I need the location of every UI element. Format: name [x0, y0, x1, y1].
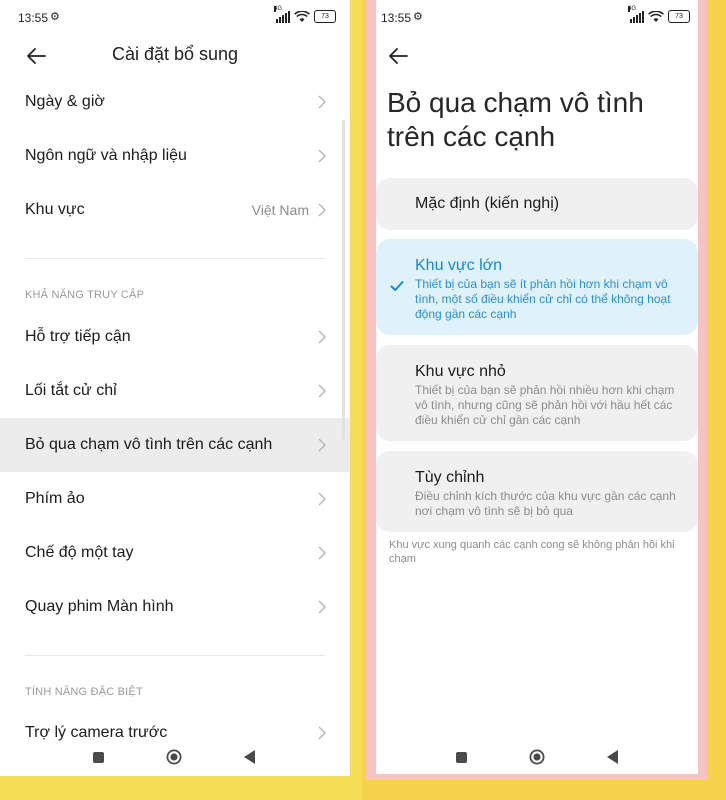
- chevron-right-icon: [318, 438, 326, 452]
- settings-item-language[interactable]: Ngôn ngữ và nhập liệu: [0, 129, 350, 183]
- settings-item-accessibility[interactable]: Hỗ trợ tiếp cận: [0, 310, 350, 364]
- triangle-back-icon[interactable]: [244, 750, 255, 764]
- status-bar: 13:55 ⚙ 4G 73: [0, 0, 350, 34]
- option-custom[interactable]: Tùy chỉnh Điều chỉnh kích thước của khu …: [376, 451, 698, 532]
- settings-item-screen-recorder[interactable]: Quay phim Màn hình: [0, 580, 350, 634]
- settings-item-label: Lối tắt cử chỉ: [25, 382, 117, 399]
- arrow-left-icon: [389, 48, 408, 64]
- status-bar: 13:55 ⚙ 4G 73: [376, 0, 698, 34]
- settings-item-label: Chế độ một tay: [25, 544, 134, 561]
- chevron-right-icon: [318, 384, 326, 398]
- settings-item-label: Bỏ qua chạm vô tình trên các cạnh: [25, 436, 273, 453]
- settings-item-label: Ngày & giờ: [25, 93, 105, 110]
- settings-item-label: Khu vực: [25, 201, 85, 218]
- navigation-bar: [0, 744, 350, 774]
- option-description: Thiết bị của bạn sẽ ít phản hồi hơn khi …: [415, 277, 671, 321]
- chevron-right-icon: [318, 149, 326, 163]
- settings-item-gesture-shortcuts[interactable]: Lối tắt cử chỉ: [0, 364, 350, 418]
- network-type: 4G: [628, 5, 637, 12]
- chevron-right-icon: [318, 95, 326, 109]
- section-divider: [25, 258, 325, 259]
- home-circle-icon[interactable]: [529, 749, 545, 765]
- chevron-right-icon: [318, 492, 326, 506]
- option-description: Điều chỉnh kích thước của khu vực gần cá…: [415, 489, 676, 518]
- settings-item-label: Quay phim Màn hình: [25, 598, 174, 615]
- chevron-right-icon: [318, 330, 326, 344]
- chevron-right-icon: [318, 546, 326, 560]
- settings-item-region[interactable]: Khu vực Việt Nam: [0, 183, 350, 237]
- option-title: Mặc định (kiến nghị): [415, 195, 560, 212]
- home-circle-icon[interactable]: [166, 749, 182, 765]
- navigation-bar: [376, 744, 698, 774]
- option-title: Tùy chỉnh: [415, 469, 485, 486]
- back-button[interactable]: [386, 44, 410, 68]
- battery-icon: 73: [314, 10, 336, 23]
- option-default[interactable]: Mặc định (kiến nghị): [376, 178, 698, 230]
- settings-item-label: Ngôn ngữ và nhập liệu: [25, 147, 187, 164]
- option-large-area[interactable]: Khu vực lớn Thiết bị của bạn sẽ ít phản …: [376, 239, 698, 335]
- square-icon[interactable]: [93, 752, 104, 763]
- section-divider: [25, 655, 325, 656]
- wifi-icon: [648, 10, 664, 22]
- footer-note: Khu vực xung quanh các cạnh cong sẽ khôn…: [389, 539, 675, 565]
- status-time: 13:55: [18, 11, 49, 25]
- triangle-back-icon[interactable]: [607, 750, 618, 764]
- option-title: Khu vực nhỏ: [415, 363, 506, 380]
- option-title: Khu vực lớn: [415, 257, 503, 274]
- status-time: 13:55: [381, 11, 412, 25]
- check-icon: [390, 281, 404, 291]
- settings-item-date-time[interactable]: Ngày & giờ: [0, 75, 350, 129]
- signal-icon: 4G: [274, 5, 290, 23]
- network-type: 4G: [274, 5, 283, 12]
- battery-icon: 73: [668, 10, 690, 23]
- scrollbar[interactable]: [342, 120, 345, 440]
- option-small-area[interactable]: Khu vực nhỏ Thiết bị của bạn sẽ phản hồi…: [376, 345, 698, 441]
- page-title: Bỏ qua chạm vô tình trên các cạnh: [387, 87, 644, 152]
- left-phone-screen: 13:55 ⚙ 4G 73 Cài đặt bổ sung Ngày & giờ…: [0, 0, 350, 776]
- gear-icon: ⚙: [413, 11, 423, 23]
- gear-icon: ⚙: [50, 11, 60, 23]
- settings-item-virtual-keys[interactable]: Phím ảo: [0, 472, 350, 526]
- settings-item-one-handed[interactable]: Chế độ một tay: [0, 526, 350, 580]
- settings-item-edge-touch[interactable]: Bỏ qua chạm vô tình trên các cạnh: [0, 418, 350, 472]
- chevron-right-icon: [318, 726, 326, 740]
- signal-icon: 4G: [628, 5, 644, 23]
- chevron-right-icon: [318, 600, 326, 614]
- wifi-icon: [294, 10, 310, 22]
- settings-item-label: Hỗ trợ tiếp cận: [25, 328, 131, 345]
- page-title: Cài đặt bổ sung: [111, 44, 239, 64]
- right-phone-screen: 13:55 ⚙ 4G 73 Bỏ qua chạm vô tình trên c…: [376, 0, 698, 774]
- square-icon[interactable]: [456, 752, 467, 763]
- option-description: Thiết bị của bạn sẽ phản hồi nhiều hơn k…: [415, 383, 675, 427]
- status-icons: 4G 73: [274, 5, 336, 23]
- chevron-right-icon: [318, 203, 326, 217]
- section-header-special-features: TÍNH NĂNG ĐẶC BIỆT: [25, 686, 143, 698]
- section-header-accessibility: KHẢ NĂNG TRUY CẬP: [25, 289, 145, 301]
- settings-item-value: Việt Nam: [251, 202, 309, 218]
- status-icons: 4G 73: [628, 5, 690, 23]
- settings-item-label: Phím ảo: [25, 490, 85, 507]
